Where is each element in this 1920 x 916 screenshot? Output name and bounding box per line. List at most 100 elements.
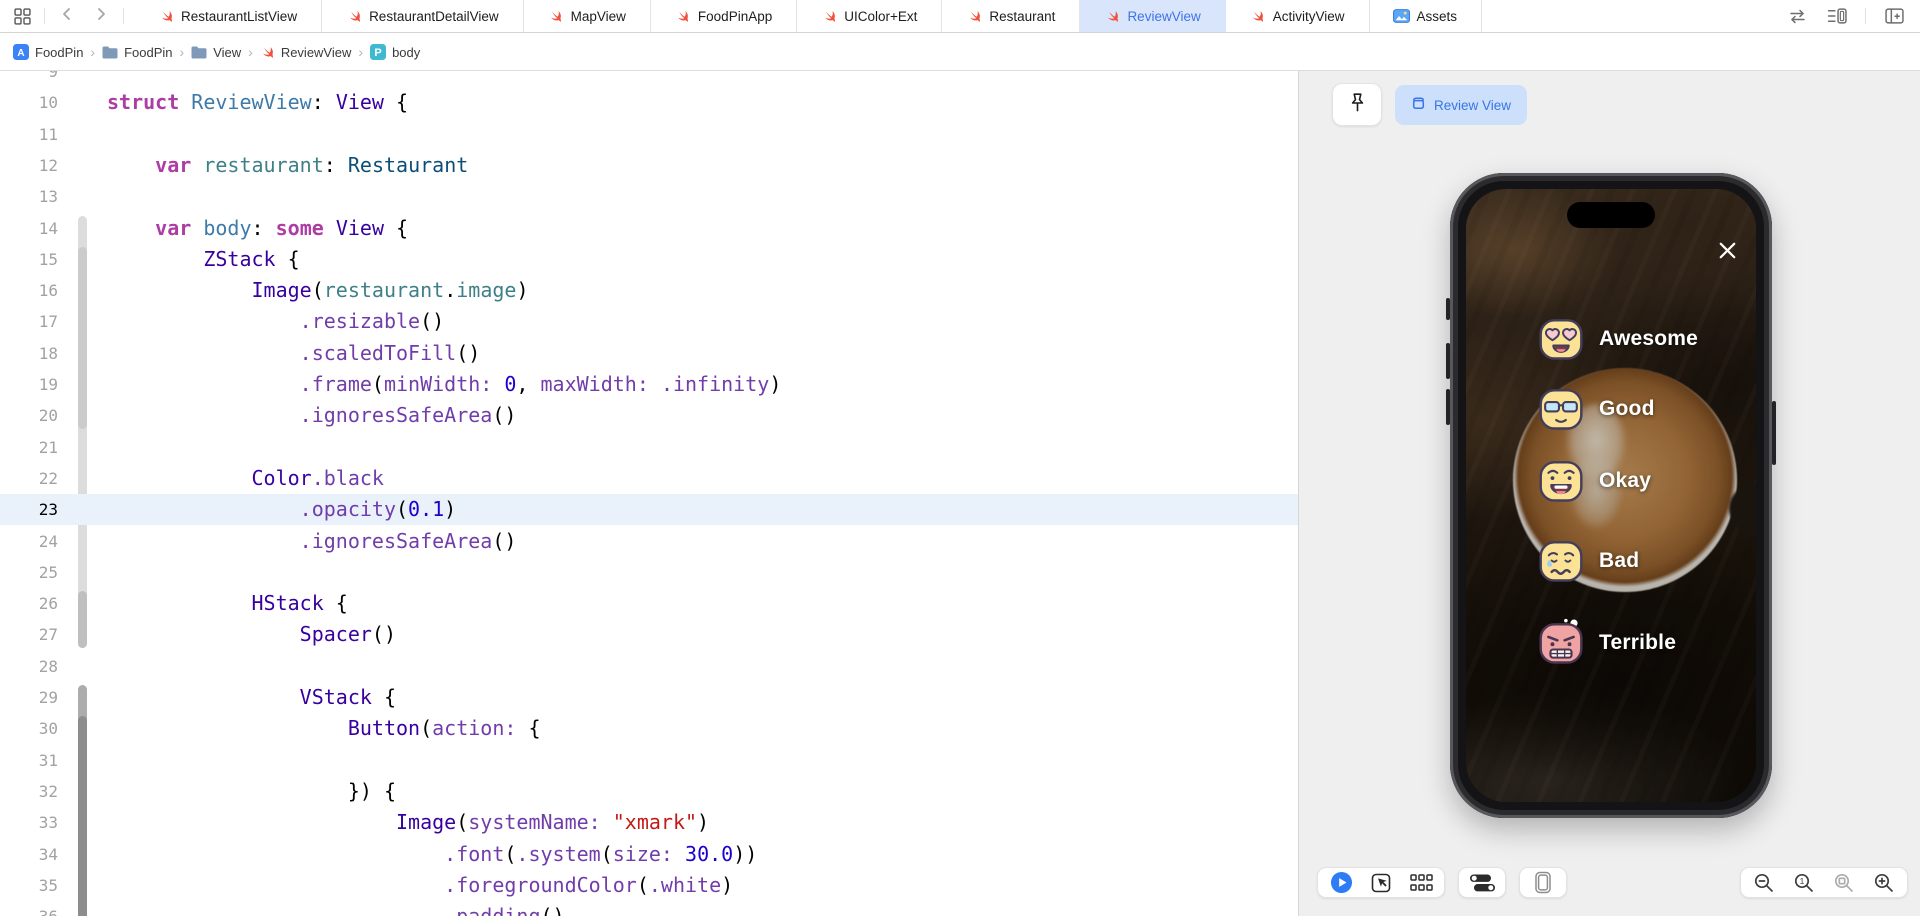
code-line-32[interactable]: 32 }) { bbox=[0, 776, 1298, 807]
code-line-18[interactable]: 18 .scaledToFill() bbox=[0, 338, 1298, 369]
breadcrumb-ReviewView[interactable]: ReviewView bbox=[260, 45, 351, 60]
line-number: 12 bbox=[38, 155, 58, 175]
rating-terrible[interactable]: Terrible bbox=[1535, 617, 1676, 669]
add-editor-button[interactable] bbox=[1882, 4, 1906, 28]
close-button[interactable] bbox=[1714, 240, 1740, 266]
breadcrumb-separator: › bbox=[90, 44, 96, 60]
code-text: HStack { bbox=[251, 591, 348, 616]
code-line-26[interactable]: 26 HStack { bbox=[0, 588, 1298, 619]
zoom-out-button[interactable] bbox=[1751, 870, 1777, 896]
code-line-16[interactable]: 16 Image(restaurant.image) bbox=[0, 275, 1298, 306]
device-settings-button[interactable] bbox=[1469, 870, 1495, 896]
code-line-22[interactable]: 22 Color.black bbox=[0, 463, 1298, 494]
code-line-24[interactable]: 24 .ignoresSafeArea() bbox=[0, 526, 1298, 557]
tab-UIColor+Ext[interactable]: UIColor+Ext bbox=[797, 0, 943, 32]
code-text: var body: some View { bbox=[155, 215, 409, 240]
rating-bad[interactable]: Bad bbox=[1535, 535, 1639, 587]
app-icon: A bbox=[13, 44, 29, 60]
swift-icon bbox=[260, 45, 275, 60]
code-line-25[interactable]: 25 bbox=[0, 557, 1298, 588]
zoom-in-button[interactable] bbox=[1871, 870, 1897, 896]
device-bezel-button[interactable] bbox=[1530, 870, 1556, 896]
tab-Assets[interactable]: Assets bbox=[1370, 0, 1483, 32]
separator bbox=[1865, 8, 1866, 24]
tab-RestaurantListView[interactable]: RestaurantListView bbox=[134, 0, 323, 32]
tab-ActivityView[interactable]: ActivityView bbox=[1226, 0, 1370, 32]
zoom-fit-button[interactable] bbox=[1831, 870, 1857, 896]
rating-label: Good bbox=[1599, 397, 1655, 420]
line-number: 9 bbox=[48, 71, 58, 81]
code-line-35[interactable]: 35 .foregroundColor(.white) bbox=[0, 870, 1298, 901]
toolbar-group bbox=[1458, 867, 1506, 898]
breadcrumb-FoodPin[interactable]: A FoodPin bbox=[13, 44, 83, 60]
code-line-9[interactable]: 9 bbox=[0, 71, 1298, 87]
breadcrumb-body[interactable]: Pbody bbox=[370, 44, 420, 60]
rating-good[interactable]: Good bbox=[1535, 383, 1655, 435]
emoji-angry bbox=[1535, 617, 1587, 669]
swift-icon bbox=[1250, 9, 1265, 24]
rating-awesome[interactable]: Awesome bbox=[1535, 313, 1698, 365]
code-line-30[interactable]: 30 Button(action: { bbox=[0, 713, 1298, 744]
code-text: .font(.system(size: 30.0)) bbox=[444, 841, 758, 866]
code-line-15[interactable]: 15 ZStack { bbox=[0, 244, 1298, 275]
code-line-33[interactable]: 33 Image(systemName: "xmark") bbox=[0, 807, 1298, 838]
tab-Restaurant[interactable]: Restaurant bbox=[942, 0, 1081, 32]
editor-options-button[interactable] bbox=[1825, 4, 1849, 28]
line-number: 26 bbox=[38, 594, 58, 614]
line-number: 21 bbox=[38, 437, 58, 457]
code-line-20[interactable]: 20 .ignoresSafeArea() bbox=[0, 400, 1298, 431]
editor-options-icon bbox=[1827, 8, 1847, 24]
code-text: Button(action: { bbox=[347, 716, 541, 741]
code-line-19[interactable]: 19 .frame(minWidth: 0, maxWidth: .infini… bbox=[0, 369, 1298, 400]
tab-FoodPinApp[interactable]: FoodPinApp bbox=[651, 0, 798, 32]
tab-label: RestaurantListView bbox=[181, 8, 298, 24]
tab-MapView[interactable]: MapView bbox=[524, 0, 651, 32]
code-text: .ignoresSafeArea() bbox=[299, 403, 517, 428]
code-line-14[interactable]: 14 var body: some View { bbox=[0, 213, 1298, 244]
code-line-11[interactable]: 11 bbox=[0, 119, 1298, 150]
code-text: struct ReviewView: View { bbox=[107, 90, 409, 115]
code-line-29[interactable]: 29 VStack { bbox=[0, 682, 1298, 713]
separator bbox=[44, 8, 45, 24]
add-editor-icon bbox=[1884, 8, 1904, 24]
pin-preview-button[interactable] bbox=[1332, 83, 1382, 126]
line-number: 23 bbox=[38, 500, 58, 520]
rating-label: Awesome bbox=[1599, 327, 1699, 350]
zoom-100-button[interactable]: 1 bbox=[1791, 870, 1817, 896]
code-line-21[interactable]: 21 bbox=[0, 432, 1298, 463]
code-line-23[interactable]: 23 .opacity(0.1) bbox=[0, 494, 1298, 526]
preview-device-chip[interactable]: Review View bbox=[1395, 85, 1528, 125]
code-line-36[interactable]: 36 .padding() bbox=[0, 901, 1298, 916]
swap-editors-icon bbox=[1787, 9, 1808, 24]
code-line-27[interactable]: 27 Spacer() bbox=[0, 619, 1298, 650]
back-button[interactable] bbox=[55, 4, 79, 28]
canvas-toolbar-left bbox=[1317, 867, 1567, 898]
swap-editors-button[interactable] bbox=[1785, 4, 1809, 28]
preview-screen[interactable]: Awesome Good Okay Bad Terrible bbox=[1466, 189, 1756, 802]
breadcrumb-FoodPin[interactable]: FoodPin bbox=[102, 45, 173, 60]
rating-okay[interactable]: Okay bbox=[1535, 455, 1651, 507]
tab-bar: RestaurantListView RestaurantDetailView Ma… bbox=[0, 0, 1920, 33]
tab-ReviewView[interactable]: ReviewView bbox=[1080, 0, 1226, 32]
tab-RestaurantDetailView[interactable]: RestaurantDetailView bbox=[322, 0, 524, 32]
chevron-right-icon bbox=[93, 6, 109, 27]
device-chip-icon bbox=[1411, 96, 1426, 114]
selectable-mode-button[interactable] bbox=[1368, 870, 1394, 896]
rating-label: Terrible bbox=[1599, 631, 1677, 654]
code-line-34[interactable]: 34 .font(.system(size: 30.0)) bbox=[0, 839, 1298, 870]
code-line-12[interactable]: 12 var restaurant: Restaurant bbox=[0, 150, 1298, 181]
line-number: 34 bbox=[38, 844, 58, 864]
forward-button[interactable] bbox=[89, 4, 113, 28]
breadcrumb-View[interactable]: View bbox=[191, 45, 241, 60]
live-preview-button[interactable] bbox=[1328, 870, 1354, 896]
variants-mode-button[interactable] bbox=[1408, 870, 1434, 896]
source-editor[interactable]: 9 10 struct ReviewView: View {11 12 var res… bbox=[0, 71, 1298, 916]
code-line-10[interactable]: 10 struct ReviewView: View { bbox=[0, 87, 1298, 118]
code-line-28[interactable]: 28 bbox=[0, 651, 1298, 682]
tab-overview-icon[interactable] bbox=[10, 4, 34, 28]
swift-icon bbox=[967, 9, 982, 24]
code-line-31[interactable]: 31 bbox=[0, 745, 1298, 776]
code-line-13[interactable]: 13 bbox=[0, 181, 1298, 212]
line-number: 30 bbox=[38, 719, 58, 739]
code-line-17[interactable]: 17 .resizable() bbox=[0, 306, 1298, 337]
